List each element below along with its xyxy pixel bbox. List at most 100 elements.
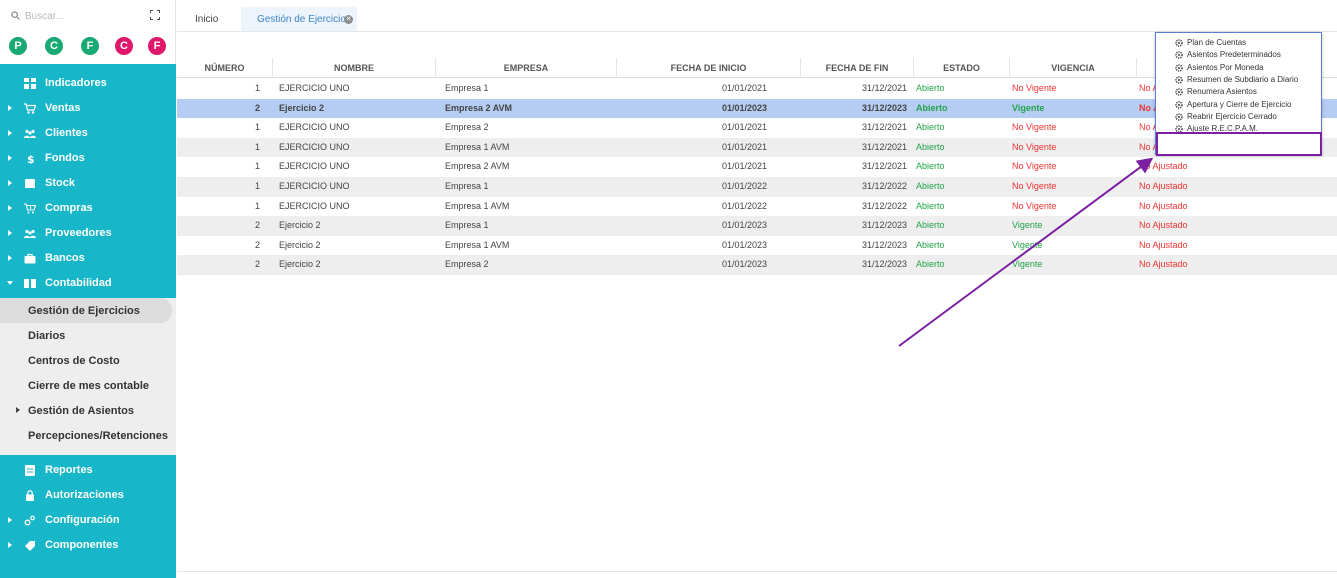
sidebar-item-bancos[interactable]: Bancos	[0, 246, 176, 271]
cell-estado: Abierto	[916, 102, 948, 113]
cell-estado: Abierto	[916, 181, 945, 191]
sidebar-item-ventas[interactable]: Ventas	[0, 96, 176, 121]
cell-fecha-fin: 31/12/2021	[861, 122, 907, 133]
popup-menu-item-label: Renumera Asientos	[1187, 87, 1257, 97]
column-header-fecha-fin[interactable]: FECHA DE FIN	[801, 58, 914, 78]
table-footer-divider	[177, 571, 1337, 572]
column-header-vigencia[interactable]: VIGENCIA	[1010, 58, 1137, 78]
cell-empresa: Empresa 1	[445, 181, 489, 191]
column-header-estado[interactable]: ESTADO	[914, 58, 1010, 78]
cell-nombre: EJERCICIO UNO	[279, 141, 350, 152]
tab-gestion-ejercicios[interactable]: Gestión de Ejercicios ✕	[241, 7, 357, 31]
gears-icon	[24, 515, 35, 526]
popup-menu-item[interactable]: Plan de Cuentas	[1156, 37, 1321, 49]
cart-icon	[24, 103, 36, 114]
cell-numero: 2	[255, 102, 261, 113]
fullscreen-icon[interactable]	[150, 10, 160, 20]
sidebar-item-autorizaciones[interactable]: Autorizaciones	[0, 483, 176, 508]
cell-fecha-fin: 31/12/2021	[861, 83, 907, 93]
contabilidad-submenu: Gestión de Ejercicios Diarios Centros de…	[0, 298, 176, 455]
submenu-item-gestion-asientos[interactable]: Gestión de Asientos	[0, 398, 176, 423]
cell-fecha-fin: 31/12/2023	[861, 220, 907, 231]
avatar[interactable]: P	[9, 37, 27, 55]
cell-vigencia: Vigente	[1012, 220, 1043, 231]
table-row[interactable]: 2 Ejercicio 2 Empresa 2 01/01/2023 31/12/202…	[177, 255, 1337, 275]
avatar[interactable]: F	[81, 37, 99, 55]
submenu-item-diarios[interactable]: Diarios	[0, 323, 176, 348]
chevron-down-icon	[7, 281, 13, 285]
sidebar-item-reportes[interactable]: Reportes	[0, 458, 176, 483]
avatar[interactable]: C	[115, 37, 133, 55]
cell-fecha-inicio: 01/01/2022	[721, 181, 767, 191]
column-header-numero[interactable]: NÚMERO	[177, 58, 273, 78]
table-row[interactable]: 2 Ejercicio 2 Empresa 1 AVM 01/01/2023 31/12…	[177, 236, 1337, 256]
cell-fecha-fin: 31/12/2023	[861, 239, 907, 250]
cell-nombre: EJERCICIO UNO	[279, 83, 350, 93]
close-tab-icon[interactable]: ✕	[344, 15, 353, 24]
sidebar-item-compras[interactable]: Compras	[0, 196, 176, 221]
table-row[interactable]: 1 EJERCICIO UNO Empresa 2 AVM 01/01/2021 31/…	[177, 157, 1337, 177]
gear-icon	[1175, 112, 1183, 121]
column-header-fecha-inicio[interactable]: FECHA DE INICIO	[617, 58, 801, 78]
cell-nombre: EJERCICIO UNO	[279, 122, 350, 133]
sidebar-item-label: Stock	[45, 177, 75, 189]
cell-numero: 1	[255, 83, 261, 93]
avatar[interactable]: C	[45, 37, 63, 55]
cell-fecha-inicio: 01/01/2023	[721, 239, 767, 250]
search-input[interactable]: Buscar...	[25, 11, 64, 22]
cell-nombre: EJERCICIO UNO	[279, 161, 350, 172]
cell-estado: Abierto	[916, 220, 945, 231]
submenu-item-centros-costo[interactable]: Centros de Costo	[0, 348, 176, 373]
sidebar-menu-bottom: Reportes Autorizaciones Configuración Co…	[0, 458, 176, 558]
sidebar-item-fondos[interactable]: $ Fondos	[0, 146, 176, 171]
submenu-item-label: Gestión de Asientos	[28, 405, 134, 417]
briefcase-icon	[24, 253, 36, 264]
popup-menu-item[interactable]: Asientos Por Moneda	[1156, 62, 1321, 74]
cell-numero: 2	[255, 220, 261, 231]
tab-inicio[interactable]: Inicio	[195, 7, 218, 31]
sidebar-item-clientes[interactable]: Clientes	[0, 121, 176, 146]
cell-fecha-fin: 31/12/2023	[861, 102, 907, 113]
popup-menu-item[interactable]: Reabrir Ejercicio Cerrado	[1156, 111, 1321, 123]
avatar[interactable]: F	[148, 37, 166, 55]
cell-vigencia: No Vigente	[1012, 83, 1057, 93]
sidebar-item-proveedores[interactable]: Proveedores	[0, 221, 176, 246]
column-header-nombre[interactable]: NOMBRE	[273, 58, 436, 78]
sidebar-item-stock[interactable]: Stock	[0, 171, 176, 196]
popup-menu-item[interactable]: Asientos Predeterminados	[1156, 49, 1321, 61]
submenu-item-cierre-mes[interactable]: Cierre de mes contable	[0, 373, 176, 398]
search-icon	[11, 11, 20, 20]
search-bar[interactable]: Buscar...	[0, 0, 176, 32]
submenu-item-gestion-ejercicios[interactable]: Gestión de Ejercicios	[0, 298, 172, 323]
sidebar-item-configuracion[interactable]: Configuración	[0, 508, 176, 533]
popup-menu-item-label: Apertura y Cierre de Ejercicio	[1187, 99, 1292, 109]
popup-menu-item[interactable]: Resumen de Subdiario a Diario	[1156, 74, 1321, 86]
cell-nombre: Ejercicio 2	[279, 220, 321, 231]
chevron-right-icon	[8, 205, 12, 211]
cell-nombre: EJERCICIO UNO	[279, 181, 350, 191]
popup-menu-item-label: Reabrir Ejercicio Cerrado	[1187, 111, 1277, 121]
popup-menu-item[interactable]: Renumera Asientos	[1156, 86, 1321, 98]
cell-fecha-inicio: 01/01/2021	[721, 122, 767, 133]
cell-estado: Abierto	[916, 141, 945, 152]
sidebar-item-label: Proveedores	[45, 227, 112, 239]
submenu-item-label: Centros de Costo	[28, 355, 120, 367]
column-header-empresa[interactable]: EMPRESA	[436, 58, 617, 78]
cell-fecha-fin: 31/12/2021	[861, 141, 907, 152]
cell-vigencia: Vigente	[1012, 259, 1043, 270]
submenu-item-percepciones[interactable]: Percepciones/Retenciones	[0, 423, 176, 448]
table-row[interactable]: 2 Ejercicio 2 Empresa 1 01/01/2023 31/12/202…	[177, 216, 1337, 236]
sidebar-item-componentes[interactable]: Componentes	[0, 533, 176, 558]
cell-estado: Abierto	[916, 83, 945, 93]
cell-ajuste: No Ajustado	[1139, 259, 1188, 270]
table-row[interactable]: 1 EJERCICIO UNO Empresa 1 01/01/2022 31/12/2…	[177, 177, 1337, 197]
table-row[interactable]: 1 EJERCICIO UNO Empresa 1 AVM 01/01/2022 31/…	[177, 197, 1337, 217]
cell-fecha-inicio: 01/01/2021	[721, 83, 767, 93]
sidebar-item-indicadores[interactable]: Indicadores	[0, 71, 176, 96]
popup-menu-item[interactable]: Apertura y Cierre de Ejercicio	[1156, 99, 1321, 111]
sidebar-item-contabilidad[interactable]: Contabilidad	[0, 271, 176, 296]
tag-icon	[25, 541, 35, 551]
gear-icon	[1175, 63, 1183, 72]
sidebar-menu: Indicadores Ventas Clientes $ Fondos Sto…	[0, 71, 176, 296]
sidebar-item-label: Ventas	[45, 102, 81, 114]
